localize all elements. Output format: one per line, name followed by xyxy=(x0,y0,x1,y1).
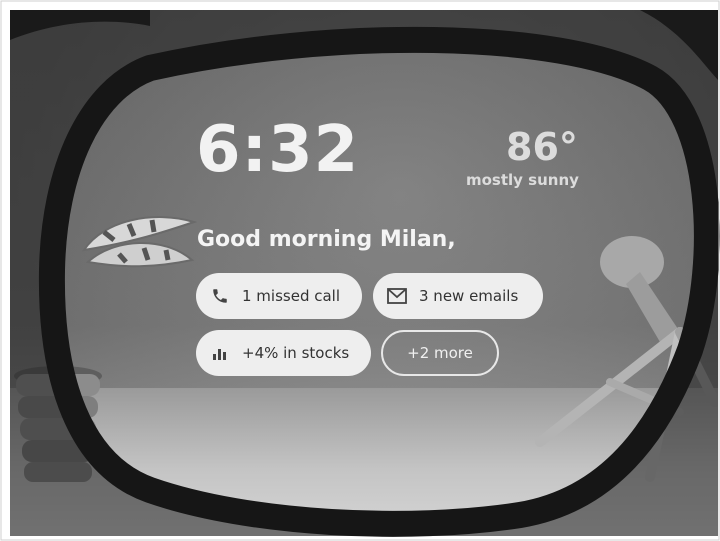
stocks-label: +4% in stocks xyxy=(242,344,350,362)
more-notifications-chip[interactable]: +2 more xyxy=(381,330,499,376)
phone-icon xyxy=(210,286,230,306)
weather-condition: mostly sunny xyxy=(466,171,579,189)
new-emails-label: 3 new emails xyxy=(419,287,519,305)
plant-pot xyxy=(14,366,102,482)
weather-temperature: 86° xyxy=(506,125,578,169)
more-notifications-label: +2 more xyxy=(407,344,473,362)
greeting-text: Good morning Milan, xyxy=(197,227,456,252)
new-emails-chip[interactable]: 3 new emails xyxy=(373,273,543,319)
desk-lamp xyxy=(535,236,718,482)
mail-icon xyxy=(387,286,407,306)
clock-time: 6:32 xyxy=(196,113,360,187)
stocks-chip[interactable]: +4% in stocks xyxy=(196,330,371,376)
bar-chart-icon xyxy=(210,343,230,363)
plant-leaves xyxy=(81,216,198,268)
camera-view xyxy=(10,10,718,536)
missed-call-label: 1 missed call xyxy=(242,287,341,305)
missed-call-chip[interactable]: 1 missed call xyxy=(196,273,362,319)
